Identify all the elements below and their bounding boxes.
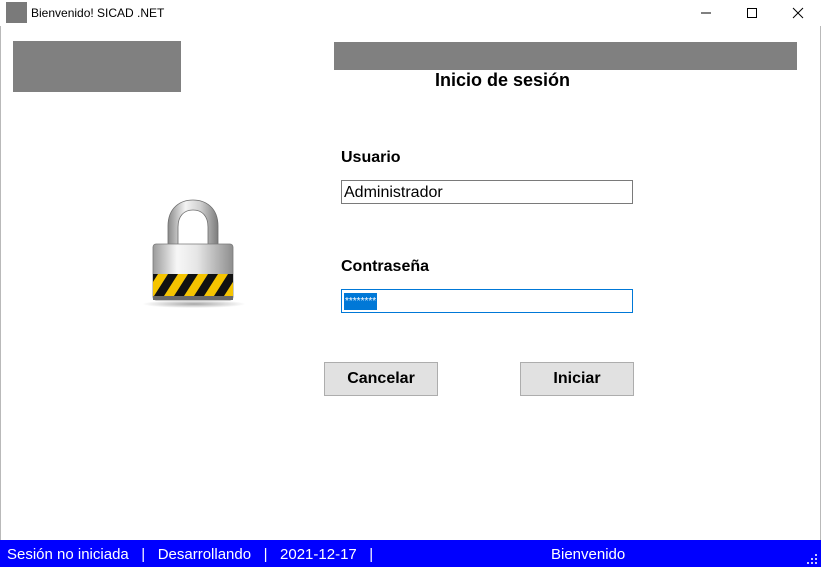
- status-separator: |: [369, 546, 374, 563]
- status-left: Sesión no iniciada | Desarrollando | 202…: [7, 546, 373, 563]
- username-field[interactable]: Administrador: [341, 180, 633, 204]
- resize-grip-icon[interactable]: [806, 553, 818, 565]
- password-field[interactable]: ********: [341, 289, 633, 313]
- status-bar: Sesión no iniciada | Desarrollando | 202…: [0, 540, 821, 567]
- close-icon: [792, 7, 804, 19]
- status-mode: Desarrollando: [157, 546, 252, 563]
- app-icon: [6, 2, 27, 23]
- status-separator: |: [263, 546, 268, 563]
- maximize-icon: [747, 8, 757, 18]
- username-label: Usuario: [341, 149, 401, 166]
- page-title: Inicio de sesión: [434, 70, 571, 90]
- banner-placeholder: [334, 42, 797, 70]
- cancel-button-label: Cancelar: [347, 370, 415, 387]
- status-date: 2021-12-17: [280, 546, 357, 563]
- password-label: Contraseña: [341, 258, 430, 275]
- minimize-button[interactable]: [683, 0, 729, 26]
- title-bar[interactable]: Bienvenido! SICAD .NET: [0, 0, 821, 26]
- cancel-button[interactable]: Cancelar: [324, 362, 438, 396]
- login-button[interactable]: Iniciar: [520, 362, 634, 396]
- maximize-button[interactable]: [729, 0, 775, 26]
- window-border-left: [0, 26, 1, 540]
- padlock-icon: [142, 199, 246, 308]
- login-window: Bienvenido! SICAD .NET Inicio de sesión: [0, 0, 821, 567]
- username-value: Administrador: [344, 184, 443, 201]
- close-button[interactable]: [775, 0, 821, 26]
- window-title: Bienvenido! SICAD .NET: [31, 6, 165, 20]
- logo-placeholder: [13, 41, 181, 92]
- minimize-icon: [701, 12, 711, 14]
- status-welcome: Bienvenido: [551, 546, 626, 563]
- login-button-label: Iniciar: [553, 370, 601, 387]
- status-separator: |: [141, 546, 146, 563]
- status-session: Sesión no iniciada: [7, 546, 129, 563]
- password-value: ********: [344, 293, 378, 310]
